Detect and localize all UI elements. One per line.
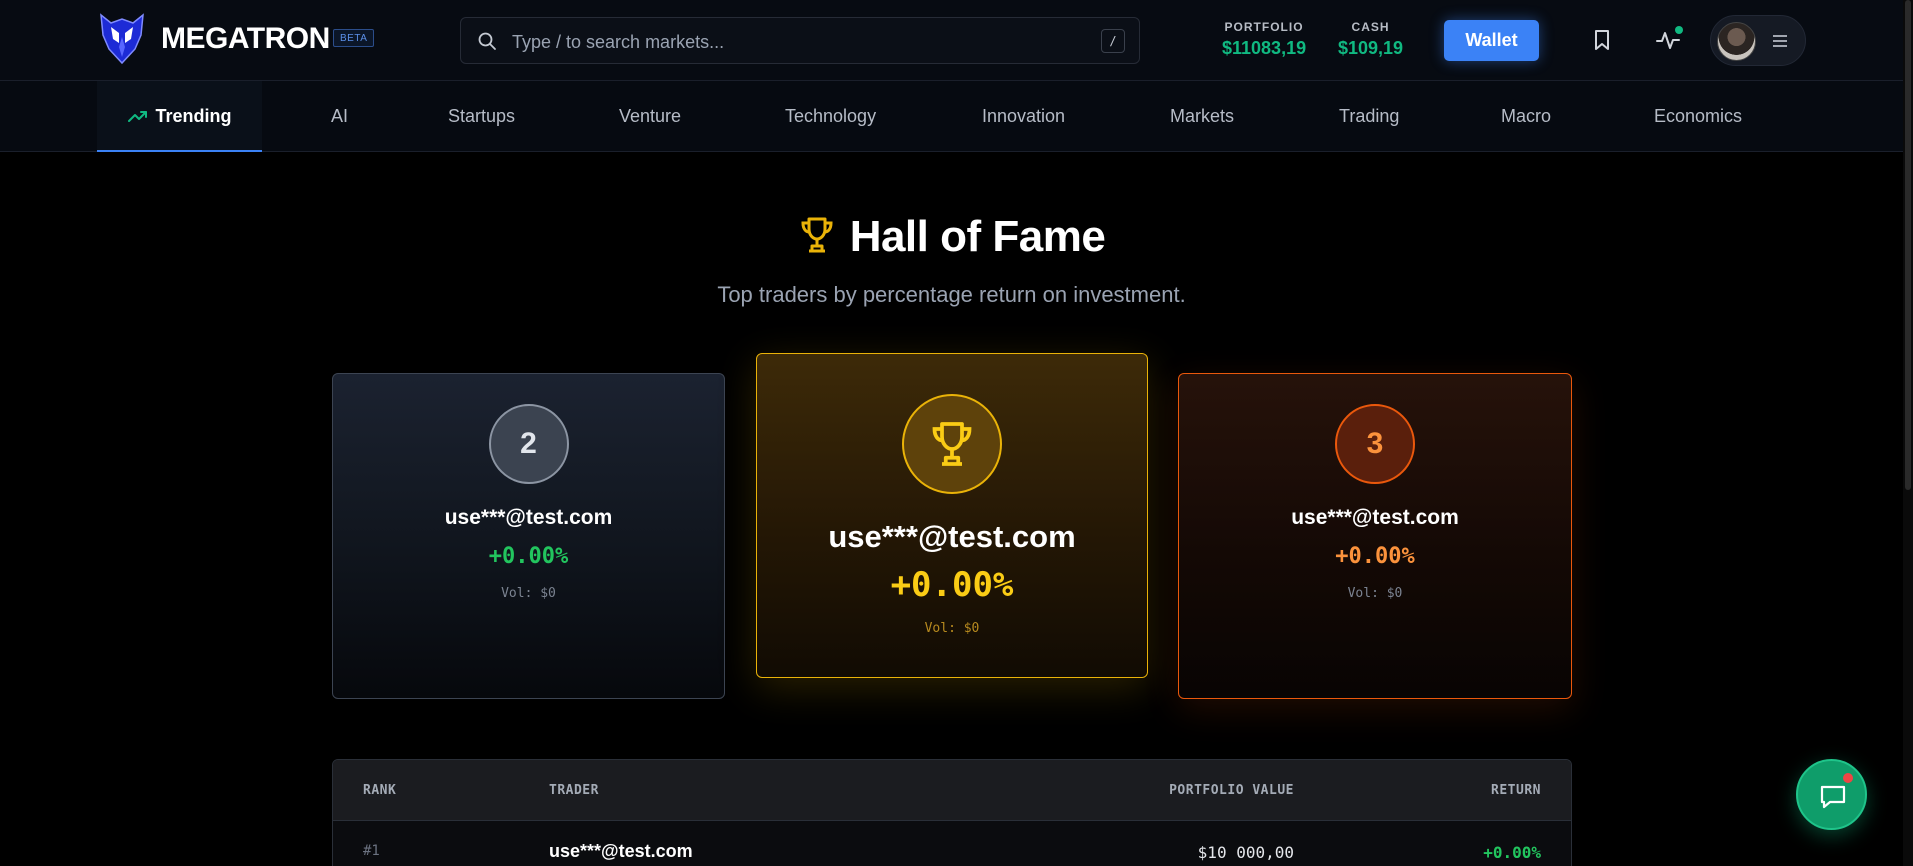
trending-up-icon — [127, 110, 147, 122]
podium-card-first[interactable]: use***@test.com +0.00% Vol: $0 — [756, 353, 1148, 678]
brand-name[interactable]: MEGATRON — [161, 22, 330, 56]
user-menu[interactable] — [1710, 15, 1806, 66]
podium-card-third[interactable]: 3 use***@test.com +0.00% Vol: $0 — [1178, 373, 1572, 699]
tab-venture[interactable]: Venture — [619, 81, 681, 152]
wallet-button[interactable]: Wallet — [1444, 20, 1539, 61]
chat-button[interactable] — [1796, 759, 1867, 830]
scrollbar-thumb[interactable] — [1905, 0, 1911, 490]
megatron-logo-icon[interactable] — [97, 13, 147, 65]
trader-return: +0.00% — [890, 565, 1014, 605]
trader-name: use***@test.com — [828, 519, 1076, 554]
bookmark-icon[interactable] — [1589, 27, 1615, 53]
tab-technology[interactable]: Technology — [785, 81, 876, 152]
cash-value: $109,19 — [1338, 38, 1404, 58]
activity-notification-dot — [1675, 26, 1683, 34]
tab-startups[interactable]: Startups — [448, 81, 515, 152]
category-nav: Trending AI Startups Venture Technology … — [0, 81, 1913, 152]
portfolio-value: $11083,19 — [1222, 38, 1307, 58]
page-title: Hall of Fame — [0, 212, 1903, 262]
row-trader: use***@test.com — [549, 841, 693, 861]
column-trader[interactable]: TRADER — [549, 783, 599, 798]
chat-icon — [1820, 785, 1846, 809]
row-rank: #1 — [363, 843, 380, 859]
tab-trading[interactable]: Trading — [1339, 81, 1399, 152]
page-subtitle: Top traders by percentage return on inve… — [717, 282, 1186, 307]
search-placeholder: Type / to search markets... — [512, 32, 725, 52]
avatar — [1717, 22, 1756, 61]
rank-badge-2: 2 — [488, 404, 569, 484]
trader-name: use***@test.com — [1291, 506, 1459, 529]
tab-trending[interactable]: Trending — [97, 81, 262, 152]
portfolio-stat[interactable]: PORTFOLIO $11083,19 — [1222, 20, 1306, 59]
search-input[interactable]: Type / to search markets... / — [460, 17, 1140, 64]
row-return: +0.00% — [1483, 843, 1541, 862]
tab-economics[interactable]: Economics — [1654, 81, 1742, 152]
search-icon — [478, 32, 496, 50]
rank-badge-1 — [902, 394, 1002, 494]
row-portfolio-value: $10 000,00 — [1197, 843, 1294, 862]
trader-return: +0.00% — [488, 544, 569, 569]
column-rank[interactable]: RANK — [363, 783, 396, 798]
activity-icon[interactable] — [1655, 26, 1683, 53]
page-scrollbar[interactable] — [1903, 0, 1913, 866]
tab-label: Trending — [155, 106, 232, 126]
trophy-icon — [932, 422, 972, 466]
portfolio-label: PORTFOLIO — [1224, 20, 1304, 34]
leaderboard-table: RANK TRADER PORTFOLIO VALUE RETURN #1 us… — [332, 759, 1572, 866]
search-shortcut-key: / — [1101, 29, 1125, 53]
table-row[interactable]: #1 use***@test.com $10 000,00 +0.00% — [333, 821, 1571, 866]
tab-innovation[interactable]: Innovation — [982, 81, 1065, 152]
column-portfolio-value[interactable]: PORTFOLIO VALUE — [1169, 783, 1294, 798]
table-header: RANK TRADER PORTFOLIO VALUE RETURN — [333, 760, 1571, 821]
podium-card-second[interactable]: 2 use***@test.com +0.00% Vol: $0 — [332, 373, 725, 699]
trader-volume: Vol: $0 — [1347, 586, 1403, 601]
column-return[interactable]: RETURN — [1491, 783, 1541, 798]
tab-macro[interactable]: Macro — [1501, 81, 1551, 152]
rank-badge-3: 3 — [1335, 404, 1415, 484]
top-header: MEGATRON BETA Type / to search markets..… — [0, 0, 1913, 81]
trader-volume: Vol: $0 — [501, 586, 556, 601]
cash-stat[interactable]: CASH $109,19 — [1338, 20, 1403, 59]
tab-markets[interactable]: Markets — [1170, 81, 1234, 152]
hero-title-text: Hall of Fame — [849, 212, 1106, 261]
trader-return: +0.00% — [1335, 544, 1415, 569]
tab-ai[interactable]: AI — [331, 81, 348, 152]
trophy-icon — [801, 217, 833, 253]
beta-badge: BETA — [333, 29, 375, 47]
trader-volume: Vol: $0 — [924, 621, 980, 636]
cash-label: CASH — [1351, 20, 1390, 34]
hamburger-menu-icon — [1773, 35, 1787, 47]
chat-notification-dot — [1843, 773, 1853, 783]
trader-name: use***@test.com — [444, 506, 613, 529]
